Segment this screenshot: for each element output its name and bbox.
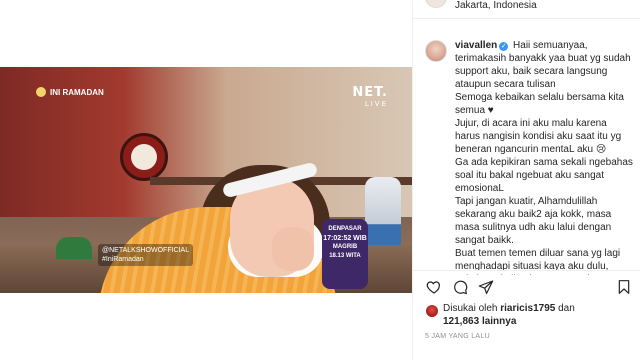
heart-icon[interactable] [425, 278, 443, 296]
verified-badge-icon: ✓ [499, 42, 509, 51]
likes-count[interactable]: 121,863 [443, 316, 479, 327]
wall-clock [120, 133, 168, 181]
likes-suffix[interactable]: lainnya [482, 316, 516, 327]
caption-line: terimakasih banyakk yaa buat yg sudah su… [455, 53, 631, 90]
liked-by-user[interactable]: riaricis1795 [500, 303, 555, 314]
share-icon[interactable] [477, 278, 495, 296]
mosque-icon [56, 237, 92, 259]
media-area: INI RAMADAN NET. LIVE @NETALKSHOWOFFICIA… [0, 0, 412, 360]
liked-by-prefix: Disukai oleh [443, 303, 498, 314]
program-badge: INI RAMADAN [36, 87, 104, 97]
prayer-timer: DENPASAR 17:02:52 WIB MAGRIB 18.13 WITA [322, 219, 368, 289]
channel-logo-text: NET. [352, 85, 388, 100]
liker-avatar[interactable] [425, 304, 439, 318]
likes-text: Disukai oleh riaricis1795 dan 121,863 la… [443, 302, 575, 328]
post-location[interactable]: Jakarta, Indonesia [455, 0, 537, 11]
program-badge-text: INI RAMADAN [50, 87, 104, 97]
timer-city: DENPASAR [328, 226, 362, 232]
channel-live-text: LIVE [364, 100, 388, 108]
show-handle: @NETALKSHOWOFFICIAL #IniRamadan [98, 244, 194, 266]
post-timestamp[interactable]: 5 JAM YANG LALU [425, 333, 490, 340]
person-hand [272, 227, 314, 271]
liked-by-and: dan [558, 303, 575, 314]
bookmark-icon[interactable] [615, 278, 633, 296]
caption-first-line: viavallen ✓ Haii semuanyaa, terimakasih b… [455, 39, 633, 91]
post-sidebar: Jakarta, Indonesia viavallen ✓ Haii semua… [412, 0, 640, 360]
moon-icon [36, 87, 46, 97]
header-avatar[interactable] [425, 0, 447, 8]
caption-line: Tapi jangan kuatir, Alhamdulillah sekara… [455, 196, 612, 246]
timer-countdown: 18.13 WITA [329, 253, 361, 259]
action-bar [425, 278, 633, 298]
caption-divider [413, 270, 640, 271]
caption-line: Jujur, di acara ini aku malu karena haru… [455, 118, 622, 155]
header-divider [413, 18, 640, 19]
channel-logo: NET. LIVE [352, 85, 388, 108]
caption-avatar[interactable] [425, 40, 447, 62]
post-caption: viavallen ✓ Haii semuanyaa, terimakasih b… [455, 39, 633, 275]
caption-username[interactable]: viavallen [455, 40, 497, 51]
timer-time: 17:02:52 WIB [323, 235, 367, 242]
likes-summary: Disukai oleh riaricis1795 dan 121,863 la… [425, 302, 635, 330]
show-handle-text: @NETALKSHOWOFFICIAL [102, 247, 190, 254]
comment-icon[interactable] [451, 278, 469, 296]
cat-figurine [365, 177, 401, 255]
caption-line: Haii semuanyaa, [513, 40, 588, 51]
caption-line: Ga ada kepikiran sama sekali ngebahas so… [455, 157, 633, 194]
timer-label: MAGRIB [332, 244, 358, 250]
caption-line: Semoga kebaikan selalu bersama kita semu… [455, 92, 624, 116]
show-hashtag-text: #IniRamadan [102, 256, 144, 263]
post-video[interactable]: INI RAMADAN NET. LIVE @NETALKSHOWOFFICIA… [0, 67, 412, 293]
